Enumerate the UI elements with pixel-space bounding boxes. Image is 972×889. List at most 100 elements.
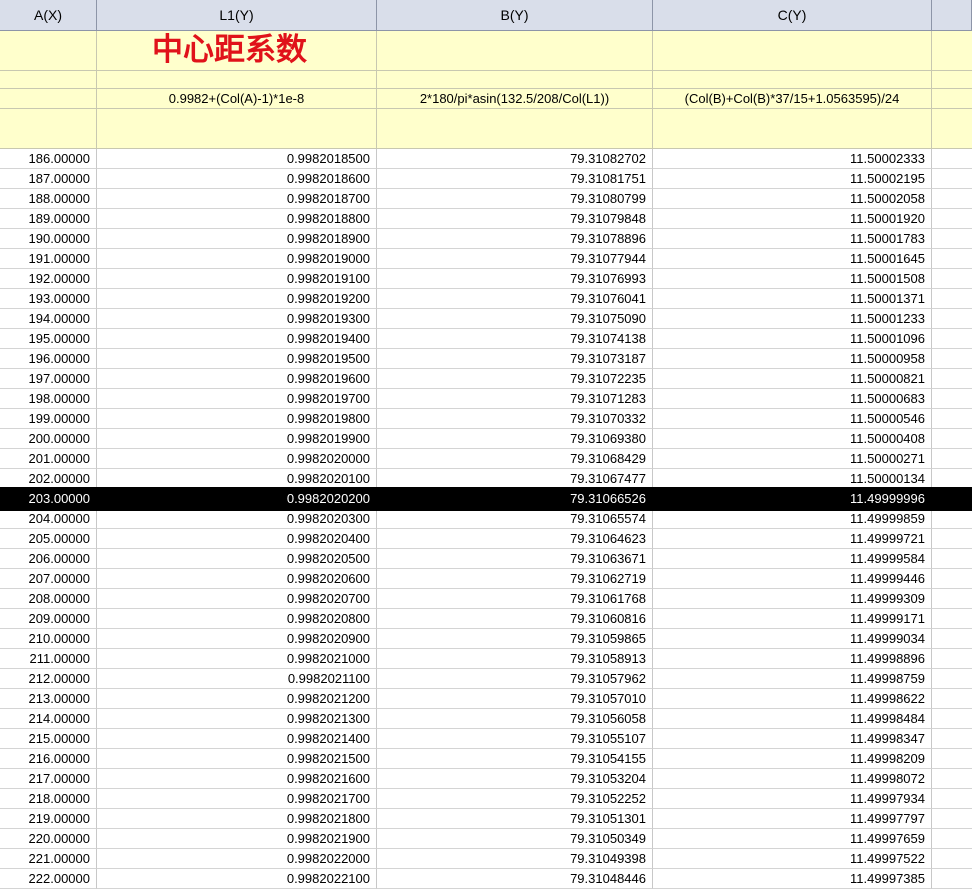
cell-b[interactable]: 79.31065574 <box>377 509 653 529</box>
cell-a[interactable]: 206.00000 <box>0 549 97 569</box>
cell-extra[interactable] <box>932 569 972 589</box>
cell-b[interactable]: 79.31062719 <box>377 569 653 589</box>
cell-l1[interactable]: 0.9982021200 <box>97 689 377 709</box>
cell-a[interactable]: 209.00000 <box>0 609 97 629</box>
table-row[interactable]: 193.00000 0.9982019200 79.31076041 11.50001… <box>0 289 972 309</box>
cell-c[interactable]: 11.50000958 <box>653 349 932 369</box>
table-row[interactable]: 192.00000 0.9982019100 79.31076993 11.50001… <box>0 269 972 289</box>
cell-a[interactable]: 208.00000 <box>0 589 97 609</box>
cell-a[interactable]: 198.00000 <box>0 389 97 409</box>
cell-b[interactable]: 79.31081751 <box>377 169 653 189</box>
cell-a[interactable]: 217.00000 <box>0 769 97 789</box>
cell-extra[interactable] <box>932 609 972 629</box>
table-row[interactable]: 190.00000 0.9982018900 79.31078896 11.50001… <box>0 229 972 249</box>
formula-cell-a[interactable] <box>0 89 97 109</box>
cell-l1[interactable]: 0.9982018600 <box>97 169 377 189</box>
table-row[interactable]: 213.00000 0.9982021200 79.31057010 11.49998… <box>0 689 972 709</box>
cell-l1[interactable]: 0.9982019200 <box>97 289 377 309</box>
cell-a[interactable]: 190.00000 <box>0 229 97 249</box>
cell-a[interactable]: 215.00000 <box>0 729 97 749</box>
formula-cell-c[interactable]: (Col(B)+Col(B)*37/15+1.0563595)/24 <box>653 89 932 109</box>
cell-l1[interactable]: 0.9982018500 <box>97 149 377 169</box>
cell-a[interactable]: 199.00000 <box>0 409 97 429</box>
meta-cell[interactable] <box>377 71 653 89</box>
table-row[interactable]: 188.00000 0.9982018700 79.31080799 11.50002… <box>0 189 972 209</box>
cell-l1[interactable]: 0.9982019100 <box>97 269 377 289</box>
table-row[interactable]: 197.00000 0.9982019600 79.31072235 11.50000… <box>0 369 972 389</box>
cell-a[interactable]: 210.00000 <box>0 629 97 649</box>
cell-extra[interactable] <box>932 269 972 289</box>
table-row[interactable]: 221.00000 0.9982022000 79.31049398 11.49997… <box>0 849 972 869</box>
cell-b[interactable]: 79.31057962 <box>377 669 653 689</box>
meta-cell[interactable] <box>932 31 972 71</box>
cell-c[interactable]: 11.50000546 <box>653 409 932 429</box>
cell-b[interactable]: 79.31064623 <box>377 529 653 549</box>
cell-l1[interactable]: 0.9982019600 <box>97 369 377 389</box>
cell-a[interactable]: 218.00000 <box>0 789 97 809</box>
cell-c[interactable]: 11.49999309 <box>653 589 932 609</box>
cell-extra[interactable] <box>932 409 972 429</box>
cell-extra[interactable] <box>932 589 972 609</box>
cell-extra[interactable] <box>932 529 972 549</box>
cell-b[interactable]: 79.31051301 <box>377 809 653 829</box>
cell-a[interactable]: 191.00000 <box>0 249 97 269</box>
cell-a[interactable]: 213.00000 <box>0 689 97 709</box>
cell-c[interactable]: 11.49998072 <box>653 769 932 789</box>
cell-c[interactable]: 11.49997385 <box>653 869 932 889</box>
cell-a[interactable]: 192.00000 <box>0 269 97 289</box>
cell-l1[interactable]: 0.9982019800 <box>97 409 377 429</box>
cell-b[interactable]: 79.31060816 <box>377 609 653 629</box>
cell-c[interactable]: 11.49999996 <box>653 489 932 509</box>
cell-l1[interactable]: 0.9982021000 <box>97 649 377 669</box>
table-row[interactable]: 204.00000 0.9982020300 79.31065574 11.49999… <box>0 509 972 529</box>
cell-extra[interactable] <box>932 709 972 729</box>
cell-c[interactable]: 11.50000271 <box>653 449 932 469</box>
cell-b[interactable]: 79.31074138 <box>377 329 653 349</box>
cell-c[interactable]: 11.49999034 <box>653 629 932 649</box>
cell-a[interactable]: 214.00000 <box>0 709 97 729</box>
table-row[interactable]: 195.00000 0.9982019400 79.31074138 11.50001… <box>0 329 972 349</box>
column-header-a[interactable]: A(X) <box>0 0 97 31</box>
cell-extra[interactable] <box>932 169 972 189</box>
cell-c[interactable]: 11.50001645 <box>653 249 932 269</box>
cell-l1[interactable]: 0.9982019700 <box>97 389 377 409</box>
cell-b[interactable]: 79.31061768 <box>377 589 653 609</box>
cell-l1[interactable]: 0.9982020800 <box>97 609 377 629</box>
long-name-label[interactable]: 中心距系数 <box>97 31 377 71</box>
cell-b[interactable]: 79.31071283 <box>377 389 653 409</box>
cell-extra[interactable] <box>932 309 972 329</box>
meta-cell[interactable] <box>932 109 972 149</box>
cell-extra[interactable] <box>932 549 972 569</box>
cell-c[interactable]: 11.50001920 <box>653 209 932 229</box>
cell-a[interactable]: 212.00000 <box>0 669 97 689</box>
cell-l1[interactable]: 0.9982018800 <box>97 209 377 229</box>
cell-a[interactable]: 200.00000 <box>0 429 97 449</box>
cell-b[interactable]: 79.31059865 <box>377 629 653 649</box>
table-row[interactable]: 217.00000 0.9982021600 79.31053204 11.49998… <box>0 769 972 789</box>
cell-l1[interactable]: 0.9982019900 <box>97 429 377 449</box>
cell-l1[interactable]: 0.9982019400 <box>97 329 377 349</box>
cell-extra[interactable] <box>932 649 972 669</box>
cell-extra[interactable] <box>932 849 972 869</box>
cell-b[interactable]: 79.31053204 <box>377 769 653 789</box>
cell-extra[interactable] <box>932 809 972 829</box>
cell-b[interactable]: 79.31073187 <box>377 349 653 369</box>
cell-l1[interactable]: 0.9982018900 <box>97 229 377 249</box>
table-row[interactable]: 210.00000 0.9982020900 79.31059865 11.49999… <box>0 629 972 649</box>
table-row[interactable]: 206.00000 0.9982020500 79.31063671 11.49999… <box>0 549 972 569</box>
cell-a[interactable]: 193.00000 <box>0 289 97 309</box>
cell-c[interactable]: 11.49999446 <box>653 569 932 589</box>
cell-l1[interactable]: 0.9982021100 <box>97 669 377 689</box>
cell-a[interactable]: 187.00000 <box>0 169 97 189</box>
formula-cell-extra[interactable] <box>932 89 972 109</box>
cell-l1[interactable]: 0.9982021800 <box>97 809 377 829</box>
cell-b[interactable]: 79.31058913 <box>377 649 653 669</box>
cell-extra[interactable] <box>932 289 972 309</box>
table-row[interactable]: 209.00000 0.9982020800 79.31060816 11.49999… <box>0 609 972 629</box>
cell-extra[interactable] <box>932 349 972 369</box>
selected-table-row[interactable]: 203.00000 0.9982020200 79.31066526 11.49999… <box>0 487 972 511</box>
table-row[interactable]: 189.00000 0.9982018800 79.31079848 11.50001… <box>0 209 972 229</box>
cell-l1[interactable]: 0.9982021900 <box>97 829 377 849</box>
cell-extra[interactable] <box>932 689 972 709</box>
cell-b[interactable]: 79.31049398 <box>377 849 653 869</box>
